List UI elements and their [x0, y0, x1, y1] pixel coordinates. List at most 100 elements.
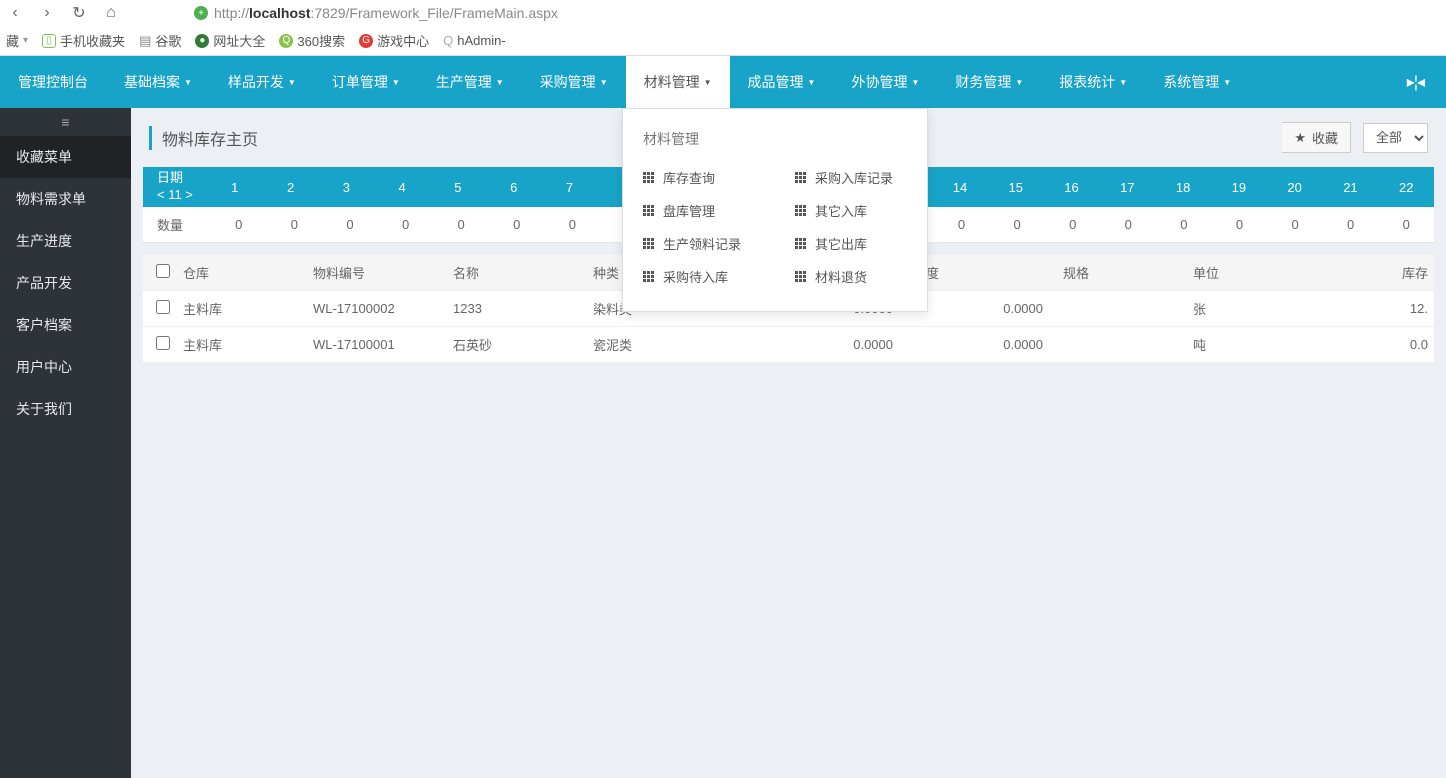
day-cell: 18: [1155, 180, 1211, 195]
cell-warehouse: 主料库: [183, 299, 313, 318]
phone-icon: ▯: [42, 34, 56, 48]
grid-icon: [643, 238, 655, 250]
globe-icon: ●: [195, 34, 209, 48]
day-cell: 5: [430, 180, 486, 195]
bookmark-google[interactable]: ▤谷歌: [139, 31, 181, 50]
menu-finance[interactable]: 财务管理▼: [937, 56, 1041, 108]
dd-prod-pick[interactable]: 生产领料记录: [623, 227, 775, 260]
cell-w1: 0.0000: [753, 337, 913, 352]
cell-unit: 吨: [1193, 335, 1323, 354]
favorite-button[interactable]: ★ 收藏: [1282, 122, 1351, 153]
caret-icon: ▼: [1223, 78, 1231, 87]
dd-inventory[interactable]: 盘库管理: [623, 194, 775, 227]
cell-kind: 瓷泥类: [593, 335, 753, 354]
caret-icon: ▼: [1015, 78, 1023, 87]
day-cell: 3: [318, 180, 374, 195]
menu-product[interactable]: 成品管理▼: [730, 56, 834, 108]
qty-cell: 0: [1101, 217, 1157, 232]
cell-warehouse: 主料库: [183, 335, 313, 354]
game-icon: G: [359, 34, 373, 48]
menu-sample[interactable]: 样品开发▼: [210, 56, 314, 108]
dropdown-title: 材料管理: [623, 123, 927, 161]
day-cell: 2: [263, 180, 319, 195]
cell-code: WL-17100002: [313, 301, 453, 316]
menu-report[interactable]: 报表统计▼: [1041, 56, 1145, 108]
home-icon[interactable]: ⌂: [102, 4, 120, 22]
qty-cell: 0: [1267, 217, 1323, 232]
menu-outsource[interactable]: 外协管理▼: [833, 56, 937, 108]
qty-cell: 0: [1323, 217, 1379, 232]
day-cell: 16: [1044, 180, 1100, 195]
qty-cell: 0: [1378, 217, 1434, 232]
qty-cell: 0: [433, 217, 489, 232]
cell-name: 石英砂: [453, 335, 593, 354]
day-cell: 4: [374, 180, 430, 195]
qty-cell: 0: [267, 217, 323, 232]
caret-icon: ▼: [392, 78, 400, 87]
search-icon: Q: [279, 34, 293, 48]
grid-icon: [795, 172, 807, 184]
dd-purchase-in[interactable]: 采购入库记录: [775, 161, 927, 194]
dd-other-in[interactable]: 其它入库: [775, 194, 927, 227]
top-menu: 管理控制台 基础档案▼ 样品开发▼ 订单管理▼ 生产管理▼ 采购管理▼ 材料管理…: [0, 56, 1446, 108]
refresh-icon[interactable]: ↻: [70, 3, 88, 23]
bookmark-mobile[interactable]: ▯手机收藏夹: [42, 31, 125, 50]
menu-purchase[interactable]: 采购管理▼: [522, 56, 626, 108]
hdr-spec: 规格: [1063, 263, 1193, 282]
menu-material[interactable]: 材料管理▼: [626, 56, 730, 108]
dd-purchase-wait[interactable]: 采购待入库: [623, 260, 775, 293]
bookmark-360[interactable]: Q360搜索: [279, 31, 345, 50]
bookmark-fav[interactable]: 藏 ▾: [6, 31, 28, 50]
address-bar[interactable]: + http://localhost:7829/Framework_File/F…: [194, 5, 558, 21]
hdr-name: 名称: [453, 263, 593, 282]
collapse-icon[interactable]: ▸¦◂: [1385, 56, 1446, 108]
sidebar-item-fav[interactable]: 收藏菜单: [0, 136, 131, 178]
qty-cell: 0: [489, 217, 545, 232]
day-cell: 21: [1323, 180, 1379, 195]
day-cell: 15: [988, 180, 1044, 195]
dd-return[interactable]: 材料退货: [775, 260, 927, 293]
bookmark-games[interactable]: G游戏中心: [359, 31, 429, 50]
qty-cell: 0: [934, 217, 990, 232]
qty-cell: 0: [989, 217, 1045, 232]
row-checkbox[interactable]: [156, 336, 170, 350]
qty-cell: 0: [1212, 217, 1268, 232]
hdr-unit: 单位: [1193, 263, 1323, 282]
sidebar-item-about[interactable]: 关于我们: [0, 388, 131, 430]
sidebar-item-user[interactable]: 用户中心: [0, 346, 131, 388]
dd-stock-query[interactable]: 库存查询: [623, 161, 775, 194]
sidebar-item-progress[interactable]: 生产进度: [0, 220, 131, 262]
hdr-warehouse: 仓库: [183, 263, 313, 282]
cell-unit: 张: [1193, 299, 1323, 318]
back-icon[interactable]: ‹: [6, 4, 24, 22]
hdr-width: 宽度: [913, 263, 1063, 282]
cell-code: WL-17100001: [313, 337, 453, 352]
material-dropdown: 材料管理 库存查询 盘库管理 生产领料记录 采购待入库 采购入库记录 其它入库 …: [622, 108, 928, 312]
menu-console[interactable]: 管理控制台: [0, 56, 106, 108]
grid-icon: [795, 271, 807, 283]
select-all-checkbox[interactable]: [156, 264, 170, 278]
bookmarks-bar: 藏 ▾ ▯手机收藏夹 ▤谷歌 ●网址大全 Q360搜索 G游戏中心 QhAdmi…: [0, 26, 1446, 56]
filter-select[interactable]: 全部: [1363, 123, 1428, 153]
q-icon: Q: [443, 33, 453, 48]
qty-cell: 0: [1156, 217, 1212, 232]
date-label[interactable]: 日期 < 11 >: [143, 170, 207, 204]
table-row[interactable]: 主料库WL-17100001石英砂瓷泥类0.00000.0000吨0.0: [143, 327, 1434, 363]
sidebar-item-demand[interactable]: 物料需求单: [0, 178, 131, 220]
day-cell: 19: [1211, 180, 1267, 195]
bookmark-hadmin[interactable]: QhAdmin-: [443, 33, 506, 48]
menu-order[interactable]: 订单管理▼: [314, 56, 418, 108]
bookmark-sites[interactable]: ●网址大全: [195, 31, 265, 50]
sidebar-item-customer[interactable]: 客户档案: [0, 304, 131, 346]
row-checkbox[interactable]: [156, 300, 170, 314]
dd-other-out[interactable]: 其它出库: [775, 227, 927, 260]
grid-icon: [643, 172, 655, 184]
day-cell: 14: [932, 180, 988, 195]
hamburger-icon[interactable]: ≡: [0, 108, 131, 136]
menu-system[interactable]: 系统管理▼: [1145, 56, 1249, 108]
caret-icon: ▼: [184, 78, 192, 87]
menu-produce[interactable]: 生产管理▼: [418, 56, 522, 108]
sidebar-item-dev[interactable]: 产品开发: [0, 262, 131, 304]
forward-icon[interactable]: ›: [38, 4, 56, 22]
menu-basefile[interactable]: 基础档案▼: [106, 56, 210, 108]
